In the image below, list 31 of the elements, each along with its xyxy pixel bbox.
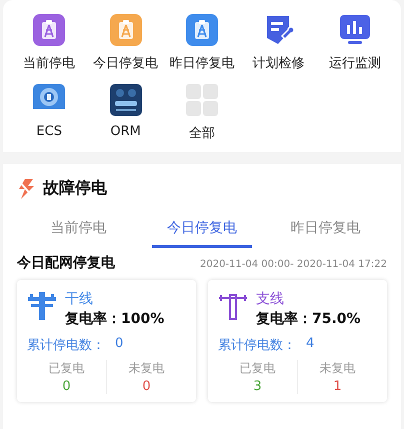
- total-value: 4: [306, 336, 314, 353]
- summary-title: 今日配网停复电: [17, 254, 115, 272]
- stat-label: 未复电: [320, 360, 356, 377]
- app-label[interactable]: 运行监测: [328, 54, 381, 72]
- app-label[interactable]: 昨日停复电: [169, 54, 234, 72]
- restore-rate: 复电率：100%: [65, 310, 164, 328]
- tab[interactable]: 当前停电: [29, 213, 128, 248]
- stat-value: 0: [62, 379, 71, 394]
- restore-rate: 复电率：75.0%: [256, 310, 361, 328]
- stat-label: 已复电: [240, 360, 276, 377]
- stat-value: 1: [333, 379, 342, 394]
- total-label: 累计停电数：: [218, 337, 296, 354]
- app-label[interactable]: 计划检修: [252, 54, 304, 72]
- stat-label: 已复电: [48, 360, 84, 377]
- line-type: 支线: [256, 290, 285, 308]
- app-label[interactable]: ORM: [110, 124, 141, 139]
- stat-value: 0: [142, 379, 151, 394]
- tab[interactable]: 今日停复电: [152, 213, 252, 248]
- total-value: 0: [115, 336, 124, 353]
- lightning-icon: [17, 178, 35, 198]
- total-label: 累计停电数：: [27, 337, 105, 354]
- date-range: 2020-11-04 00:00- 2020-11-04 17:22: [200, 259, 387, 270]
- app-label[interactable]: ECS: [36, 124, 62, 139]
- app-label[interactable]: 当前停电: [23, 54, 76, 72]
- app-label[interactable]: 今日停复电: [93, 54, 158, 72]
- section-title: 故障停电: [43, 178, 107, 199]
- line-type: 干线: [65, 290, 94, 308]
- stat-value: 3: [253, 379, 262, 394]
- stat-label: 未复电: [128, 360, 164, 377]
- tab[interactable]: 昨日停复电: [276, 213, 375, 248]
- app-label[interactable]: 全部: [188, 124, 215, 142]
